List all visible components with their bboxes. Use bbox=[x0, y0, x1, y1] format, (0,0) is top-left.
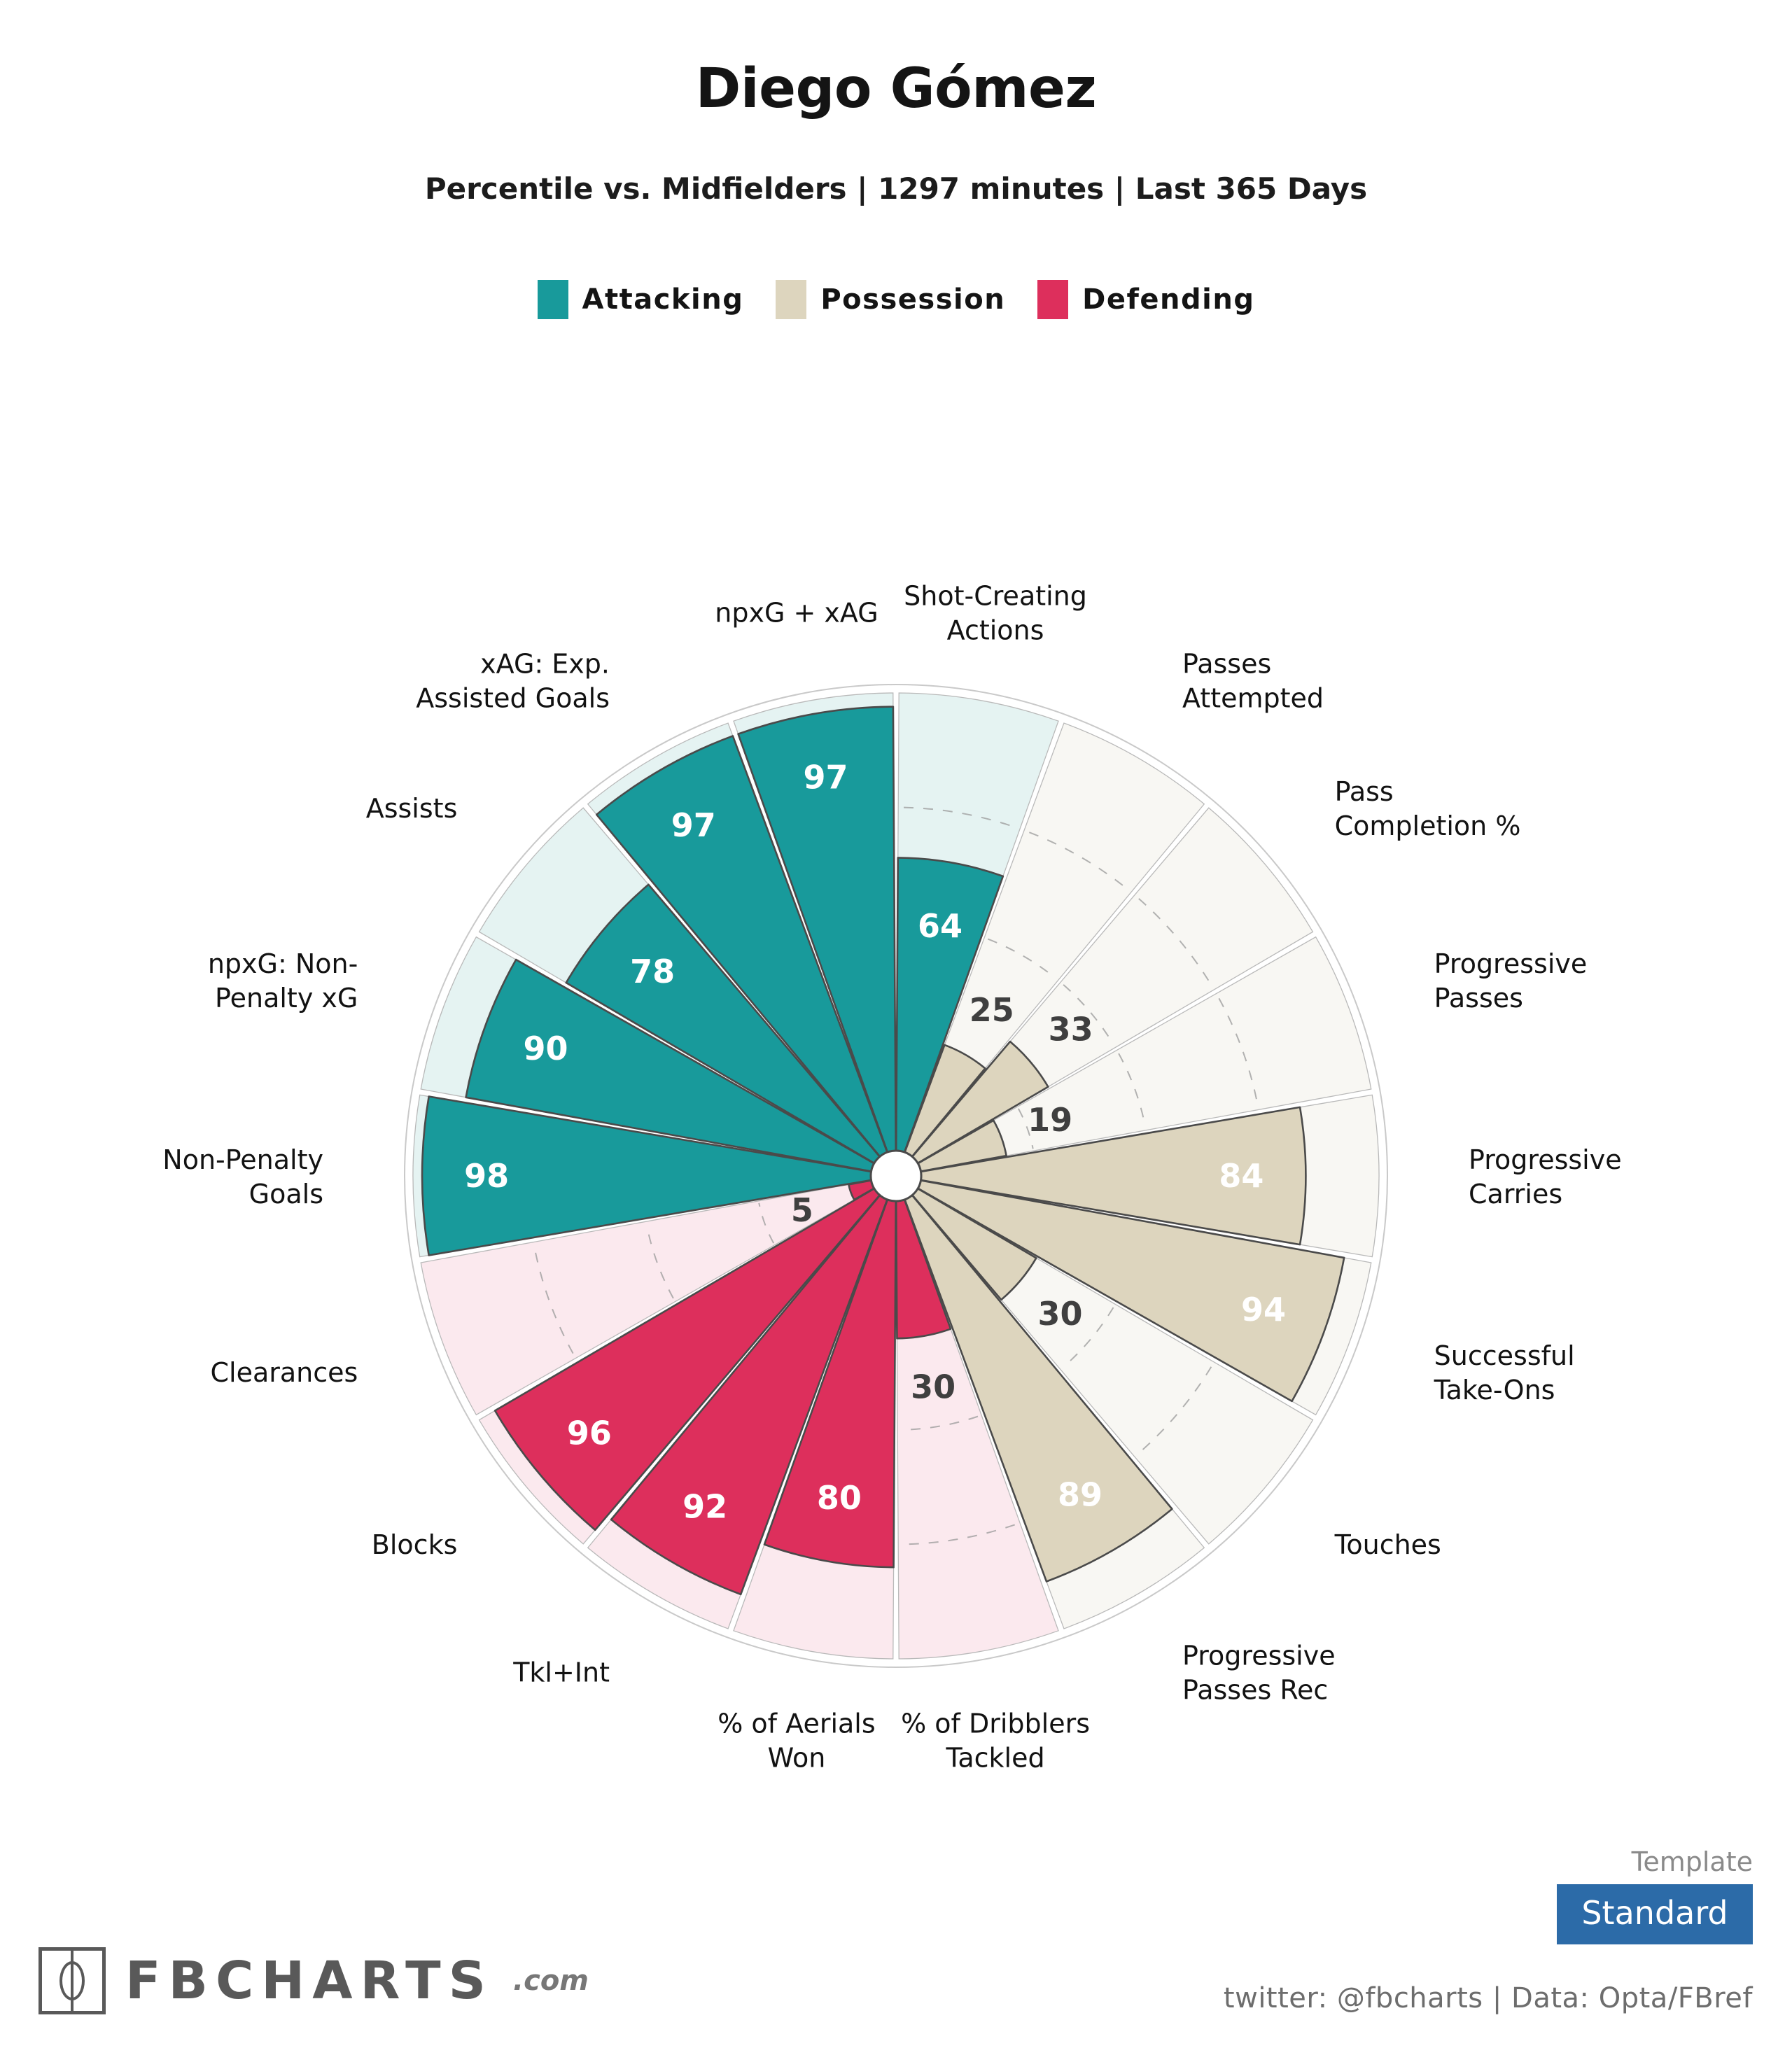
credit-line: twitter: @fbcharts | Data: Opta/FBref bbox=[1223, 1982, 1753, 2014]
chart-hub bbox=[869, 1149, 923, 1202]
axis-label-of-dribblers-tackled: % of Dribblers Tackled bbox=[901, 1709, 1090, 1774]
legend-label: Attacking bbox=[582, 283, 744, 316]
pizza-chart-container: 64 25 33 19 84 94 30 89 30 80 92 96 5 98 90 78 97 97 Shot-… bbox=[0, 364, 1792, 1834]
slice-value: 89 bbox=[1058, 1476, 1102, 1514]
template-selector[interactable]: Template Standard bbox=[1557, 1846, 1753, 1944]
football-pitch-icon bbox=[38, 1947, 106, 2014]
axis-label-non-penalty-goals: Non-Penalty Goals bbox=[162, 1144, 323, 1209]
chart-legend: Attacking Possession Defending bbox=[0, 280, 1792, 319]
slice-value: 98 bbox=[464, 1157, 509, 1195]
legend-label: Possession bbox=[820, 283, 1006, 316]
axis-label-assists: Assists bbox=[366, 793, 458, 824]
slice-value: 5 bbox=[791, 1191, 813, 1229]
slice-value: 90 bbox=[524, 1030, 568, 1067]
slice-value: 92 bbox=[682, 1488, 727, 1526]
chart-subtitle: Percentile vs. Midfielders | 1297 minute… bbox=[424, 171, 1368, 206]
axis-label-progressive-passes-rec: Progressive Passes Rec bbox=[1182, 1640, 1336, 1705]
axis-label-blocks: Blocks bbox=[372, 1529, 458, 1560]
pizza-chart: 64 25 33 19 84 94 30 89 30 80 92 96 5 98 90 78 97 97 Shot-… bbox=[162, 580, 1622, 1774]
axis-label-passes-attempted: Passes Attempted bbox=[1182, 649, 1324, 714]
axis-label-progressive-carries: Progressive Carries bbox=[1469, 1144, 1622, 1209]
legend-swatch-attacking bbox=[537, 280, 568, 319]
axis-label-clearances: Clearances bbox=[211, 1357, 358, 1388]
axis-label-progressive-passes: Progressive Passes bbox=[1434, 948, 1588, 1014]
legend-label: Defending bbox=[1082, 283, 1255, 316]
axis-label-pass-completion: Pass Completion % bbox=[1335, 776, 1521, 841]
axis-label-npxg-xag: npxG + xAG bbox=[715, 597, 878, 628]
slice-value: 94 bbox=[1241, 1291, 1286, 1328]
slice-value: 25 bbox=[969, 991, 1014, 1029]
slice-value: 97 bbox=[804, 758, 848, 796]
template-badge[interactable]: Standard bbox=[1557, 1884, 1753, 1944]
slice-value: 64 bbox=[918, 907, 962, 945]
axis-label-of-aerials-won: % of Aerials Won bbox=[718, 1709, 875, 1774]
brand-name: FBCHARTS bbox=[125, 1951, 493, 2011]
slice-value: 33 bbox=[1049, 1011, 1093, 1048]
legend-swatch-possession bbox=[776, 280, 807, 319]
slice-value: 84 bbox=[1219, 1157, 1264, 1195]
axis-label-successful-take-ons: Successful Take-Ons bbox=[1434, 1340, 1575, 1405]
axis-label-shot-creating-actions: Shot-Creating Actions bbox=[904, 580, 1087, 645]
page-title: Diego Gómez bbox=[695, 57, 1097, 120]
slice-value: 97 bbox=[671, 806, 716, 844]
slice-value: 19 bbox=[1028, 1101, 1072, 1139]
legend-item-attacking[interactable]: Attacking bbox=[537, 280, 744, 319]
chart-page: Diego Gómez Percentile vs. Midfielders |… bbox=[0, 0, 1792, 2048]
axis-label-xag-exp-assisted-goals: xAG: Exp. Assisted Goals bbox=[416, 649, 610, 714]
axis-label-tkl-int: Tkl+Int bbox=[512, 1657, 610, 1688]
slice-value: 30 bbox=[911, 1368, 955, 1406]
axis-label-touches: Touches bbox=[1334, 1529, 1441, 1560]
slice-value: 80 bbox=[817, 1479, 862, 1517]
axis-label-npxg-non-penalty-xg: npxG: Non-Penalty xG bbox=[208, 948, 358, 1014]
slice-value: 30 bbox=[1038, 1295, 1083, 1333]
brand-suffix: .com bbox=[512, 1965, 589, 1997]
legend-item-defending[interactable]: Defending bbox=[1037, 280, 1254, 319]
slice-value: 96 bbox=[567, 1415, 612, 1452]
legend-swatch-defending bbox=[1037, 280, 1069, 319]
template-caption: Template bbox=[1631, 1846, 1753, 1877]
fbcharts-logo: FBCHARTS .com bbox=[38, 1947, 589, 2014]
legend-item-possession[interactable]: Possession bbox=[776, 280, 1005, 319]
slice-value: 78 bbox=[630, 953, 675, 990]
